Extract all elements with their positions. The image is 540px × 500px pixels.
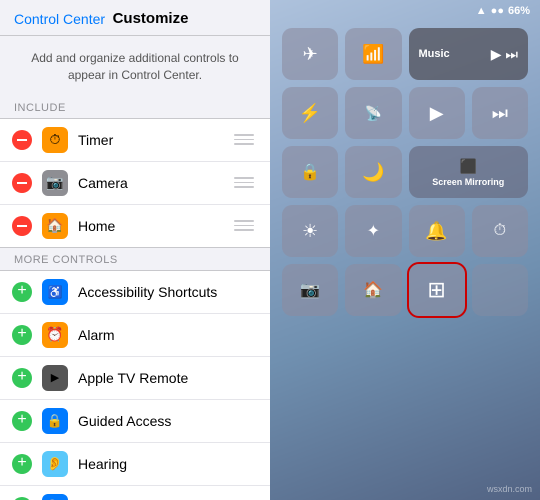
screen-mirror-tile[interactable]: ⬛ Screen Mirroring — [409, 146, 529, 198]
list-item: ⏰ Alarm — [0, 314, 270, 357]
list-item: 🔍 Magnifier — [0, 486, 270, 500]
brightness2-tile[interactable]: ✦ — [345, 205, 401, 257]
signal-icon: ●● — [491, 5, 504, 17]
empty-tile — [472, 264, 528, 316]
lock-tile[interactable]: 🔒 — [282, 146, 338, 198]
remove-button[interactable] — [12, 216, 32, 236]
bell-tile[interactable]: 🔔 — [409, 205, 465, 257]
add-button[interactable] — [12, 411, 32, 431]
item-label: Accessibility Shortcuts — [78, 284, 258, 300]
cellular-tile[interactable]: 📶 — [345, 28, 401, 80]
item-label: Guided Access — [78, 413, 258, 429]
moon-tile[interactable]: 🌙 — [345, 146, 401, 198]
home-tile[interactable]: 🏠 — [345, 264, 401, 316]
drag-handle[interactable] — [230, 220, 258, 231]
play-icon: ▶ ⏭ — [491, 46, 518, 63]
home-icon: 🏠 — [42, 213, 68, 239]
status-bar: ▲ ●● 66% — [270, 0, 540, 22]
accessibility-icon: ♿ — [42, 279, 68, 305]
appletv-icon: ▶ — [42, 365, 68, 391]
bluetooth-tile[interactable]: ⚡ — [282, 87, 338, 139]
wifi-icon: ▲ — [476, 5, 487, 17]
hearing-icon: 👂 — [42, 451, 68, 477]
timer-icon: ⏱ — [42, 127, 68, 153]
screen-mirror-icon: ⬛ — [460, 158, 477, 175]
add-button[interactable] — [12, 325, 32, 345]
add-button[interactable] — [12, 282, 32, 302]
list-item: ♿ Accessibility Shortcuts — [0, 271, 270, 314]
qr-code-tile[interactable]: ⊞ — [409, 264, 465, 316]
back-button[interactable]: Control Center — [14, 11, 105, 27]
list-item: ▶ Apple TV Remote — [0, 357, 270, 400]
remove-button[interactable] — [12, 130, 32, 150]
item-label: Hearing — [78, 456, 258, 472]
include-section-header: INCLUDE — [0, 96, 270, 118]
battery-indicator: 66% — [508, 5, 530, 17]
screen-mirror-label: Screen Mirroring — [432, 177, 504, 187]
more-controls-list: ♿ Accessibility Shortcuts ⏰ Alarm ▶ Appl… — [0, 270, 270, 500]
item-label: Alarm — [78, 327, 258, 343]
list-item: ⏱ Timer — [0, 119, 270, 162]
list-item: 🔒 Guided Access — [0, 400, 270, 443]
control-center-panel: ▲ ●● 66% ✈ 📶 Music ▶ ⏭ ⚡ 📡 ▶ ⏭ 🔒 🌙 ⬛ — [270, 0, 540, 500]
page-title: Customize — [113, 10, 189, 27]
item-label: Camera — [78, 175, 230, 191]
play-tile[interactable]: ▶ — [409, 87, 465, 139]
music-tile[interactable]: Music ▶ ⏭ — [409, 28, 529, 80]
include-list: ⏱ Timer 📷 Camera 🏠 Home — [0, 118, 270, 248]
list-item: 👂 Hearing — [0, 443, 270, 486]
item-label: Apple TV Remote — [78, 370, 258, 386]
item-label: Timer — [78, 132, 230, 148]
drag-handle[interactable] — [230, 134, 258, 145]
description-text: Add and organize additional controls to … — [0, 36, 270, 96]
forward-tile[interactable]: ⏭ — [472, 87, 528, 139]
remove-button[interactable] — [12, 173, 32, 193]
music-label: Music — [419, 48, 450, 60]
magnifier-icon: 🔍 — [42, 494, 68, 500]
list-item: 📷 Camera — [0, 162, 270, 205]
guided-access-icon: 🔒 — [42, 408, 68, 434]
add-button[interactable] — [12, 454, 32, 474]
cc-grid: ✈ 📶 Music ▶ ⏭ ⚡ 📡 ▶ ⏭ 🔒 🌙 ⬛ Screen Mirro… — [282, 28, 528, 316]
airplane-tile[interactable]: ✈ — [282, 28, 338, 80]
item-label: Home — [78, 218, 230, 234]
wifi2-tile[interactable]: 📡 — [345, 87, 401, 139]
more-controls-header: MORE CONTROLS — [0, 248, 270, 270]
settings-panel: Control Center Customize Add and organiz… — [0, 0, 270, 500]
watermark: wsxdn.com — [487, 484, 532, 494]
drag-handle[interactable] — [230, 177, 258, 188]
add-button[interactable] — [12, 497, 32, 500]
list-item: 🏠 Home — [0, 205, 270, 247]
add-button[interactable] — [12, 368, 32, 388]
timer-tile[interactable]: ⏱ — [472, 205, 528, 257]
brightness-tile[interactable]: ☀ — [282, 205, 338, 257]
camera-tile[interactable]: 📷 — [282, 264, 338, 316]
navigation-header: Control Center Customize — [0, 0, 270, 36]
camera-icon: 📷 — [42, 170, 68, 196]
alarm-icon: ⏰ — [42, 322, 68, 348]
